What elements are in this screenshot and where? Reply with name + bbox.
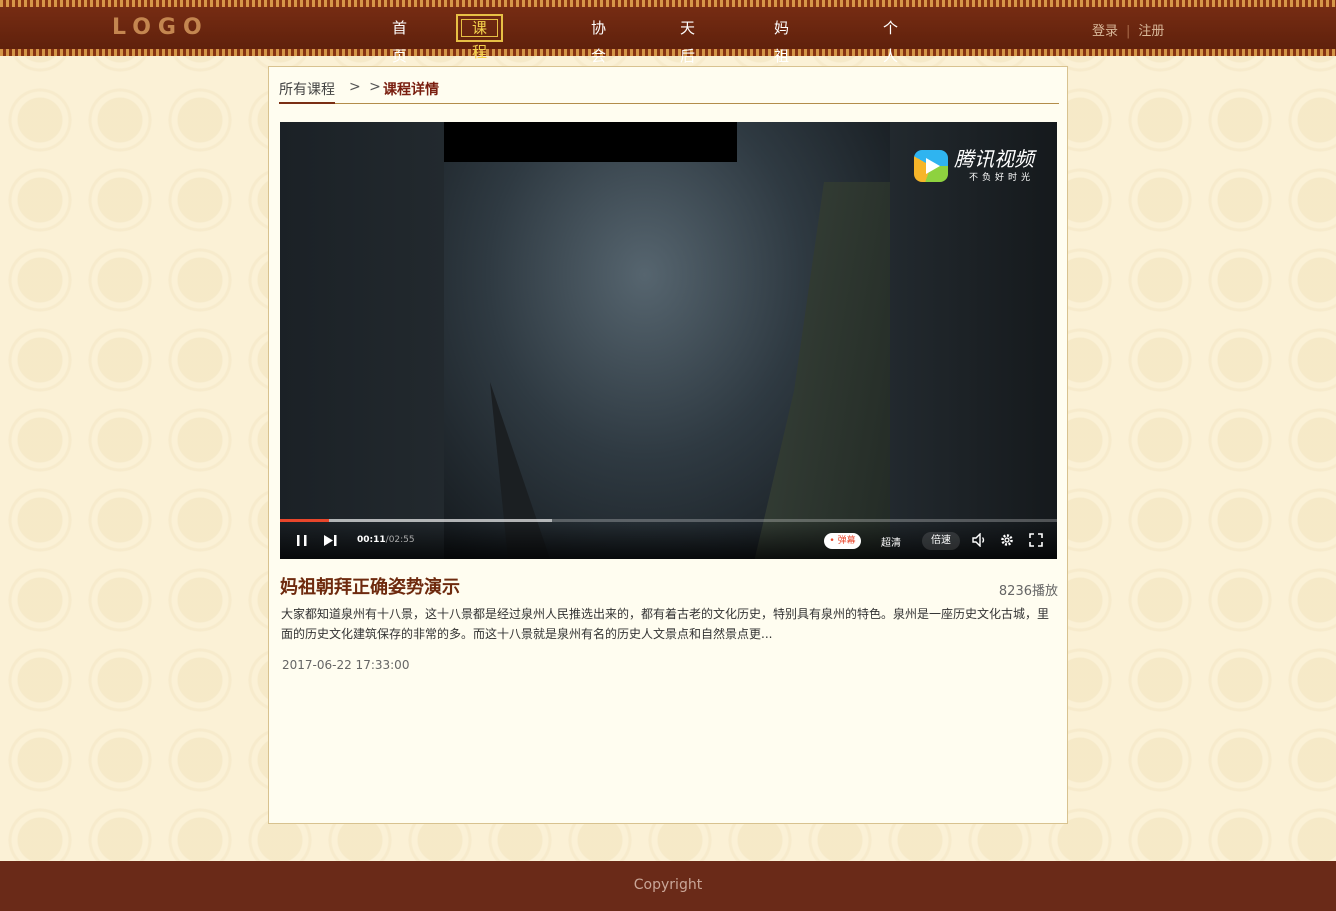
header-pattern-bottom	[0, 49, 1336, 56]
publish-date: 2017-06-22 17:33:00	[282, 658, 410, 672]
video-side-left	[280, 122, 444, 559]
breadcrumb-current: 课程详情	[383, 82, 439, 98]
copyright-text: Copyright	[633, 877, 703, 893]
danmu-label: 弹幕	[837, 536, 856, 546]
site-footer: Copyright	[0, 861, 1336, 911]
brand-name: 腾讯视频	[954, 147, 1034, 171]
time-display: 00:11/02:55	[357, 535, 415, 545]
pause-icon[interactable]	[295, 534, 309, 547]
quality-button[interactable]: 超清	[881, 534, 901, 549]
nav-course-academy[interactable]: 课程学院	[456, 14, 504, 109]
duration: /02:55	[385, 535, 415, 545]
header-pattern-top	[0, 0, 1336, 7]
video-frame	[444, 122, 954, 559]
brand-text: 腾讯视频 不负好时光	[954, 148, 1034, 183]
course-description: 大家都知道泉州有十八景，这十八景都是经过泉州人民推选出来的，都有着古老的文化历史…	[281, 607, 1050, 641]
course-detail-panel: 所有课程 > > 课程详情 腾讯视频 不负好时光 00:11/02:55 • 弹…	[268, 66, 1068, 824]
volume-icon[interactable]	[972, 533, 987, 547]
settings-gear-icon[interactable]	[1000, 533, 1014, 547]
breadcrumb-separator: > >	[349, 79, 383, 95]
auth-links: 登录 | 注册	[1092, 20, 1164, 39]
nav-mazu-world[interactable]: 妈祖世界	[774, 14, 789, 121]
breadcrumb: 所有课程 > > 课程详情	[279, 75, 1059, 104]
speed-button[interactable]: 倍速	[922, 532, 960, 550]
video-letterbox	[444, 122, 737, 162]
site-header: LOGO 首页 课程学院 协会 天后宫 妈祖世界 个人中心 登录 | 注册	[0, 0, 1336, 121]
breadcrumb-all-courses[interactable]: 所有课程	[279, 79, 335, 104]
danmu-dot-icon: •	[829, 536, 835, 546]
video-side-right	[890, 122, 1057, 559]
video-player[interactable]: 腾讯视频 不负好时光 00:11/02:55 • 弹幕 超清 倍速	[280, 122, 1057, 559]
login-link[interactable]: 登录	[1092, 24, 1118, 39]
tencent-video-logo-icon	[914, 149, 948, 182]
tencent-video-watermark: 腾讯视频 不负好时光	[914, 148, 1034, 183]
view-count: 8236播放	[998, 584, 1058, 599]
site-logo[interactable]: LOGO	[112, 15, 209, 40]
auth-separator: |	[1126, 24, 1131, 39]
brand-slogan: 不负好时光	[968, 173, 1034, 183]
video-controls: 00:11/02:55 • 弹幕 超清 倍速	[280, 519, 1057, 559]
nav-association[interactable]: 协会	[591, 14, 606, 65]
fullscreen-icon[interactable]	[1029, 533, 1043, 547]
next-icon[interactable]	[323, 534, 339, 547]
current-time: 00:11	[357, 535, 386, 545]
nav-tianhou-temple[interactable]: 天后宫	[680, 14, 695, 93]
register-link[interactable]: 注册	[1138, 24, 1164, 39]
progress-bar[interactable]	[280, 519, 1057, 522]
course-title: 妈祖朝拜正确姿势演示	[280, 577, 460, 598]
nav-home[interactable]: 首页	[392, 14, 407, 65]
danmu-toggle[interactable]: • 弹幕	[824, 533, 861, 549]
nav-personal-center[interactable]: 个人中心	[883, 14, 898, 121]
progress-played	[280, 519, 329, 522]
